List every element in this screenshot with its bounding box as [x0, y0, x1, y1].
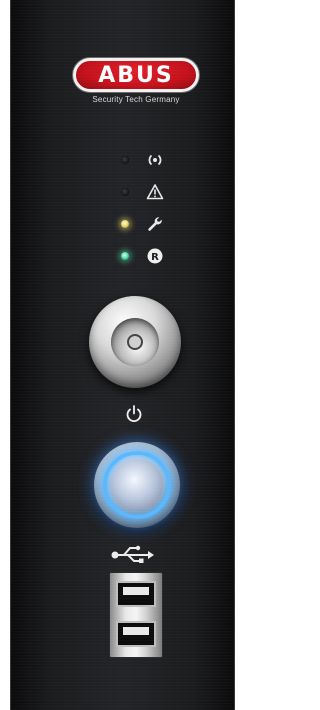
alarm-led — [121, 188, 129, 196]
logo-text: ABUS — [98, 62, 174, 88]
power-button[interactable] — [94, 442, 180, 528]
usb-tongue — [123, 627, 149, 635]
key-lock-icon — [111, 318, 159, 366]
wrench-icon — [146, 215, 164, 233]
service-led — [121, 220, 129, 228]
usb-icon — [110, 545, 156, 565]
power-icon — [124, 404, 144, 424]
usb-port-stack[interactable] — [109, 572, 163, 658]
record-label: R — [151, 252, 159, 263]
wireless-signal-icon — [146, 151, 164, 169]
recording-led — [121, 252, 129, 260]
device-front-panel: ABUS Security Tech Germany R — [10, 0, 235, 710]
network-led — [121, 156, 129, 164]
usb-slot-top[interactable] — [116, 581, 156, 607]
record-r-icon: R — [146, 247, 164, 265]
key-switch[interactable] — [89, 296, 181, 388]
warning-triangle-icon — [146, 183, 164, 201]
brand-tagline: Security Tech Germany — [92, 95, 180, 104]
abus-logo: ABUS — [73, 58, 199, 92]
keyhole — [127, 334, 143, 350]
usb-slot-bottom[interactable] — [116, 621, 156, 647]
power-button-cap — [111, 459, 163, 511]
usb-tongue — [123, 587, 149, 595]
